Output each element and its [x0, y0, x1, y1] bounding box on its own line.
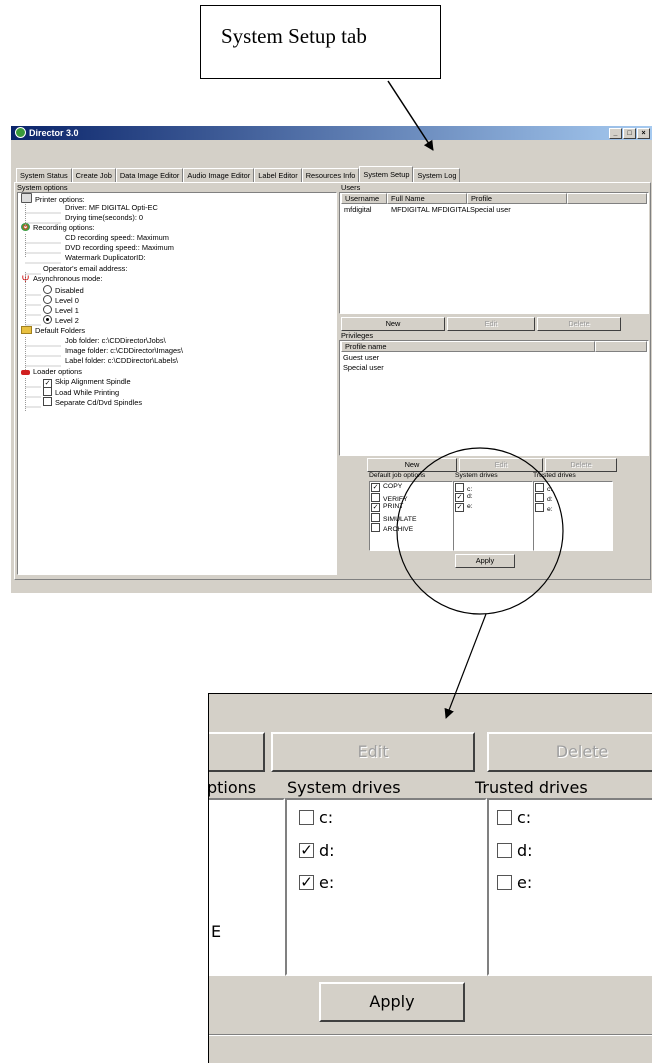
privileges-col-blank: [595, 341, 647, 352]
trusted-drive-e[interactable]: e:: [535, 503, 553, 513]
checkbox-icon: [535, 483, 544, 492]
zoom-trusted-drive-c-checkbox[interactable]: [497, 810, 512, 825]
privileges-label: Privileges: [341, 331, 374, 340]
checkbox-checked-icon: ✓: [371, 483, 380, 492]
zoom-trusted-drive-d-checkbox[interactable]: [497, 843, 512, 858]
zoom-edit-button[interactable]: Edit: [271, 732, 475, 772]
users-label: Users: [341, 183, 361, 192]
users-col-fullname[interactable]: Full Name: [387, 193, 467, 204]
zoom-trusted-drive-c-label: c:: [517, 808, 532, 827]
zoom-system-drive-c-label: c:: [319, 808, 334, 827]
zoom-job-option-partial: E: [211, 922, 222, 941]
job-option-archive[interactable]: ARCHIVE: [371, 523, 413, 533]
privilege-row[interactable]: Special user: [343, 363, 384, 372]
zoom-trusted-drive-e-checkbox[interactable]: [497, 875, 512, 890]
zoom-system-drive-d-checkbox[interactable]: ✓: [299, 843, 314, 858]
job-option-label: COPY: [383, 483, 403, 490]
checkbox-icon: [371, 523, 380, 532]
job-option-copy[interactable]: ✓ COPY: [371, 483, 402, 492]
drive-label: c:: [467, 486, 473, 493]
zoom-system-drive-e-checkbox[interactable]: ✓: [299, 875, 314, 890]
zoomed-detail: Edit Delete ptions System drives Trusted…: [208, 693, 652, 1063]
callout-text: System Setup tab: [221, 24, 367, 48]
checkbox-checked-icon: ✓: [455, 493, 464, 502]
user-fullname: MFDIGITAL MFDIGITAL: [391, 205, 471, 214]
system-drive-d[interactable]: ✓ d:: [455, 493, 473, 502]
trusted-drive-c[interactable]: c:: [535, 483, 552, 493]
checkbox-checked-icon: ✓: [455, 503, 464, 512]
zoom-system-drive-d-label: d:: [319, 841, 335, 860]
job-option-label: SIMULATE: [383, 516, 417, 523]
job-option-label: ARCHIVE: [383, 526, 414, 533]
checkbox-icon: [455, 483, 464, 492]
zoom-default-job-options-box: [209, 798, 285, 976]
system-setup-callout: System Setup tab: [200, 5, 441, 79]
user-profile: Special user: [470, 205, 511, 214]
trusted-drives-label: Trusted drives: [533, 472, 576, 479]
job-option-label: VERIFY: [383, 496, 408, 503]
zoom-system-drive-e-label: e:: [319, 873, 335, 892]
maximize-button[interactable]: □: [623, 128, 636, 139]
privileges-list: [339, 340, 649, 456]
zoom-system-drives-label: System drives: [287, 778, 401, 797]
drive-label: e:: [547, 506, 553, 513]
user-username: mfdigital: [344, 205, 372, 214]
zoom-apply-button[interactable]: Apply: [319, 982, 465, 1022]
zoom-delete-button[interactable]: Delete: [487, 732, 652, 772]
users-edit-button[interactable]: Edit: [447, 317, 535, 331]
system-drive-e[interactable]: ✓ e:: [455, 503, 473, 512]
users-col-profile[interactable]: Profile: [467, 193, 567, 204]
zoom-system-drives-box: [285, 798, 487, 976]
director-window: Director 3.0 _ □ × System Status Create …: [10, 125, 652, 593]
zoom-trusted-drive-e-label: e:: [517, 873, 533, 892]
checkbox-icon: [371, 493, 380, 502]
job-option-simulate[interactable]: SIMULATE: [371, 513, 417, 523]
privileges-delete-button[interactable]: Delete: [545, 458, 617, 472]
system-drive-c[interactable]: c:: [455, 483, 472, 493]
users-col-blank: [567, 193, 647, 204]
tab-system-setup[interactable]: System Setup: [359, 166, 414, 182]
zoom-new-button-partial[interactable]: [209, 732, 265, 772]
job-option-print[interactable]: ✓ PRINT: [371, 503, 403, 512]
drive-label: c:: [547, 486, 553, 493]
tree-lines: [25, 204, 61, 412]
drive-label: e:: [467, 503, 473, 510]
privilege-row[interactable]: Guest user: [343, 353, 379, 362]
minimize-button[interactable]: _: [609, 128, 622, 139]
job-option-verify[interactable]: VERIFY: [371, 493, 408, 503]
privileges-new-button[interactable]: New: [367, 458, 457, 472]
trusted-drive-d[interactable]: d:: [535, 493, 553, 503]
checkbox-icon: [535, 503, 544, 512]
zoom-system-drive-c-checkbox[interactable]: [299, 810, 314, 825]
default-job-options-label: Default job options: [369, 472, 426, 479]
drive-label: d:: [547, 496, 553, 503]
privileges-edit-button[interactable]: Edit: [459, 458, 543, 472]
tab-system-log[interactable]: System Log: [413, 168, 461, 182]
apply-button[interactable]: Apply: [455, 554, 515, 568]
users-new-button[interactable]: New: [341, 317, 445, 331]
checkbox-checked-icon: ✓: [371, 503, 380, 512]
users-col-username[interactable]: Username: [341, 193, 387, 204]
checkbox-icon: [371, 513, 380, 522]
job-option-label: PRINT: [383, 503, 404, 510]
system-drives-label: System drives: [455, 472, 498, 479]
zoom-trusted-drives-label: Trusted drives: [475, 778, 588, 797]
privileges-col-profile[interactable]: Profile name: [341, 341, 595, 352]
zoom-default-job-options-label-partial: ptions: [208, 778, 257, 797]
zoom-trusted-drive-d-label: d:: [517, 841, 533, 860]
zoom-divider: [209, 1034, 652, 1036]
close-button[interactable]: ×: [637, 128, 650, 139]
drive-label: d:: [467, 493, 473, 500]
users-delete-button[interactable]: Delete: [537, 317, 621, 331]
checkbox-icon: [535, 493, 544, 502]
users-row[interactable]: mfdigital MFDIGITAL MFDIGITAL Special us…: [341, 205, 641, 215]
